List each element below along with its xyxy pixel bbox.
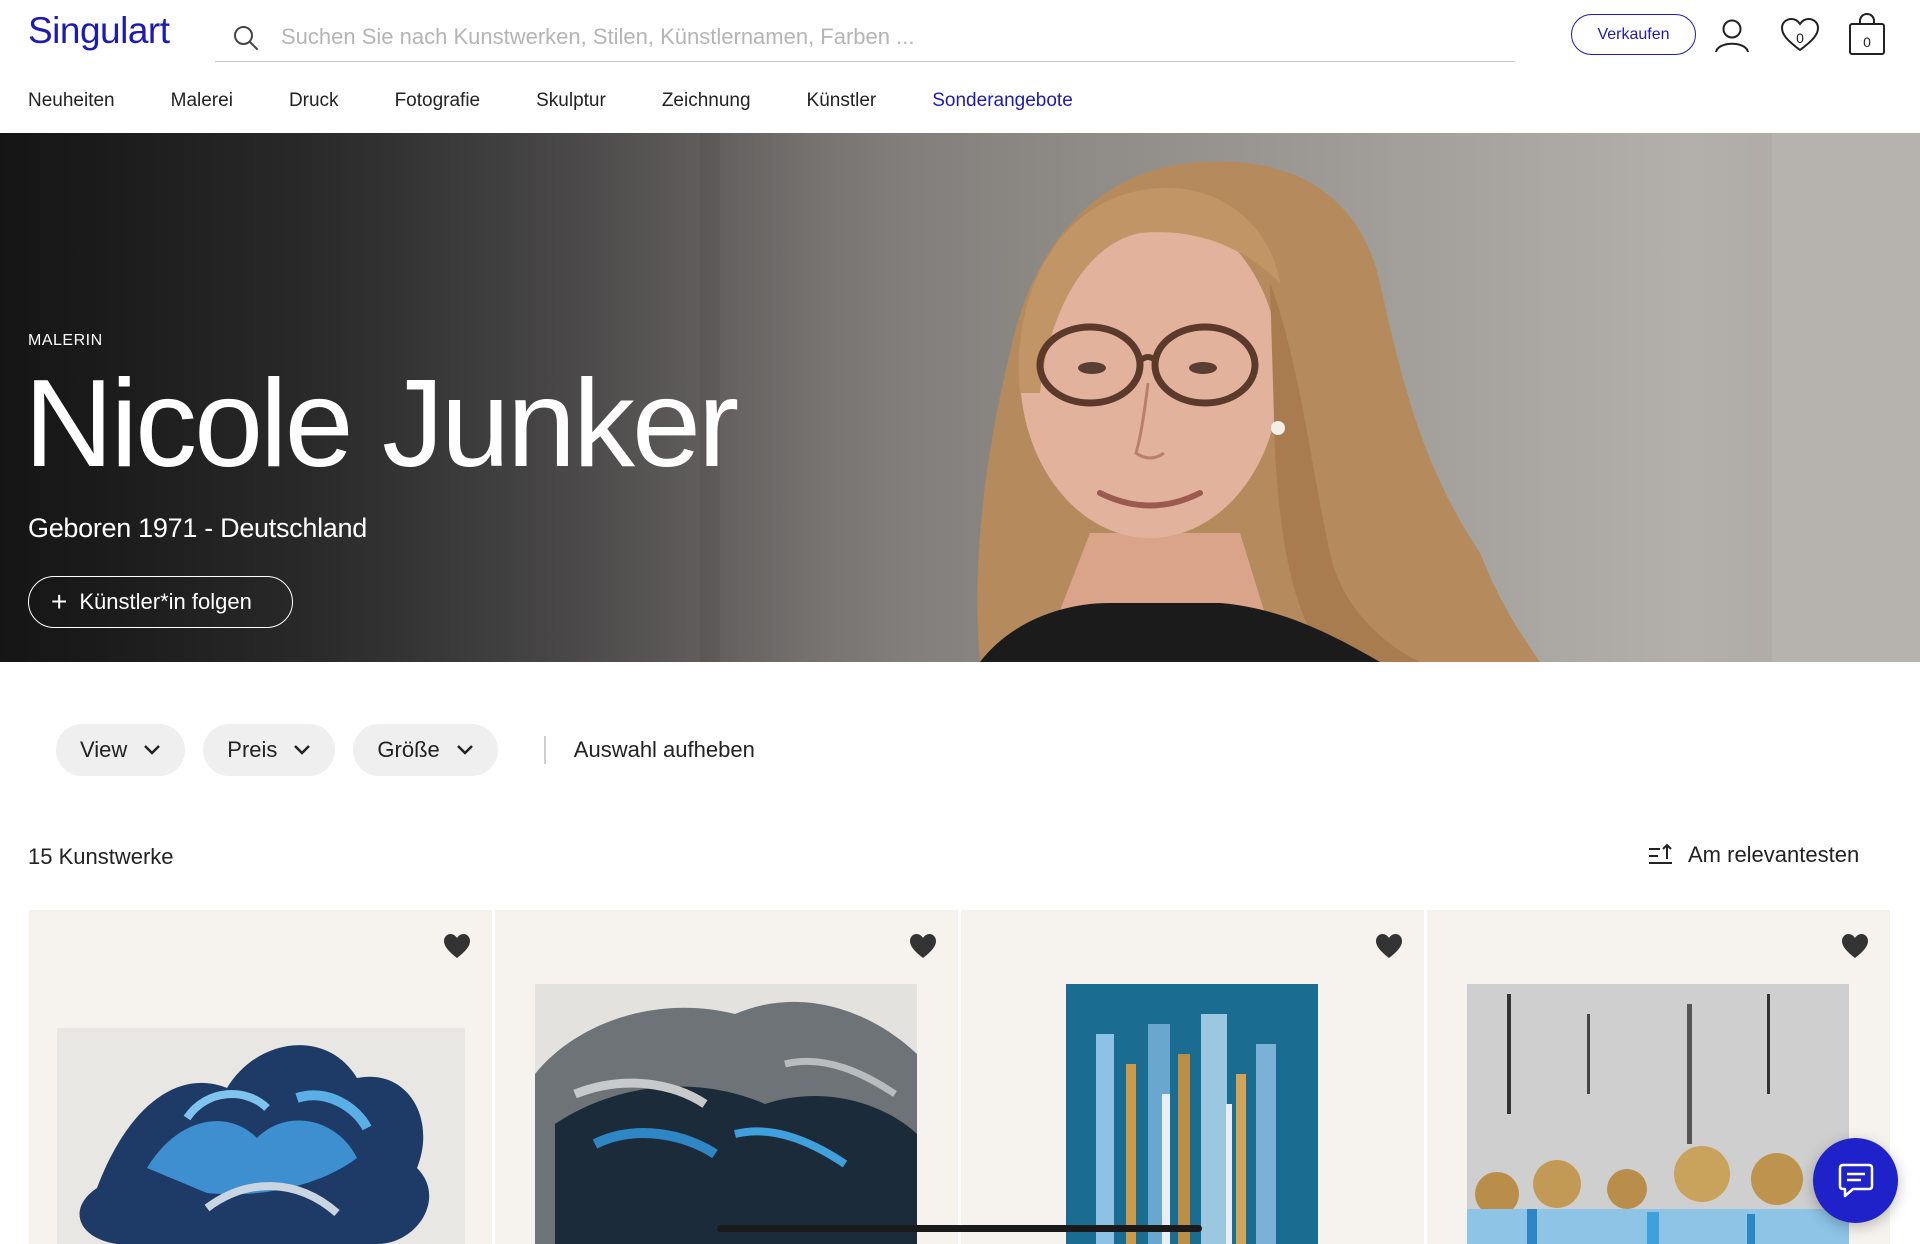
sort-dropdown[interactable]: Am relevantesten: [1648, 842, 1859, 868]
singulart-logo[interactable]: Singulart: [28, 10, 170, 52]
heart-icon[interactable]: [1840, 932, 1870, 960]
clear-filters-link[interactable]: Auswahl aufheben: [574, 737, 755, 763]
sort-icon: [1649, 843, 1672, 864]
nav-item-fotografie[interactable]: Fotografie: [395, 90, 481, 112]
artwork-count: 15 Kunstwerke: [28, 844, 174, 869]
search-input[interactable]: [281, 18, 1481, 56]
favorites-count: 0: [1796, 30, 1804, 46]
artist-birth-country: Geboren 1971 - Deutschland: [28, 513, 367, 543]
filter-price-dropdown[interactable]: Preis: [203, 724, 336, 776]
favorites-heart-icon[interactable]: 0: [1775, 10, 1825, 60]
artwork-image: [1066, 984, 1318, 1244]
heart-icon[interactable]: [1374, 932, 1404, 960]
artwork-image: [57, 1028, 465, 1244]
site-header: Singulart Verkaufen 0 0 Neuheiten Malere…: [0, 0, 1920, 132]
follow-artist-label: Künstler*in folgen: [79, 589, 252, 614]
filter-size-dropdown[interactable]: Größe: [353, 724, 498, 776]
filter-view-dropdown[interactable]: View: [56, 724, 186, 776]
filter-size-label: Größe: [377, 737, 440, 762]
sort-label: Am relevantesten: [1688, 842, 1860, 867]
filter-bar: View Preis Größe Auswahl aufheben: [56, 724, 755, 776]
artwork-image: [535, 984, 917, 1244]
filter-divider: [543, 736, 546, 764]
filter-price-label: Preis: [227, 737, 278, 762]
artist-role: MALERIN: [28, 332, 103, 349]
filter-view-label: View: [80, 737, 128, 762]
nav-item-druck[interactable]: Druck: [289, 90, 339, 112]
artist-name: Nicole Junker: [24, 355, 739, 493]
search-bar: [215, 14, 1515, 62]
search-icon[interactable]: [231, 23, 261, 53]
heart-icon[interactable]: [908, 932, 938, 960]
artwork-grid: [29, 910, 1891, 1244]
nav-item-malerei[interactable]: Malerei: [171, 90, 233, 112]
chevron-down-icon: [294, 745, 311, 755]
nav-item-sonderangebote[interactable]: Sonderangebote: [932, 90, 1073, 112]
cart-count: 0: [1863, 34, 1871, 50]
account-icon[interactable]: [1707, 10, 1757, 60]
nav-item-skulptur[interactable]: Skulptur: [536, 90, 606, 112]
nav-item-neuheiten[interactable]: Neuheiten: [28, 90, 115, 112]
cart-icon[interactable]: 0: [1842, 10, 1892, 60]
chevron-down-icon: [456, 745, 473, 755]
main-nav: Neuheiten Malerei Druck Fotografie Skulp…: [28, 90, 1129, 112]
chat-icon: [1838, 1163, 1873, 1197]
chat-support-button[interactable]: [1813, 1138, 1898, 1223]
artwork-image: [1467, 984, 1849, 1244]
artwork-card[interactable]: [29, 910, 492, 1244]
sell-button[interactable]: Verkaufen: [1571, 14, 1696, 55]
nav-item-zeichnung[interactable]: Zeichnung: [662, 90, 751, 112]
artist-portrait-image: [977, 161, 1540, 662]
artist-hero: MALERIN Nicole Junker Geboren 1971 - Deu…: [0, 133, 1920, 662]
artwork-card[interactable]: [961, 910, 1424, 1244]
chevron-down-icon: [144, 745, 161, 755]
heart-icon[interactable]: [442, 932, 472, 960]
plus-icon: +: [51, 586, 68, 617]
follow-artist-button[interactable]: + Künstler*in folgen: [28, 576, 293, 628]
scroll-indicator: [717, 1225, 1202, 1232]
nav-item-kuenstler[interactable]: Künstler: [807, 90, 877, 112]
artwork-card[interactable]: [495, 910, 958, 1244]
